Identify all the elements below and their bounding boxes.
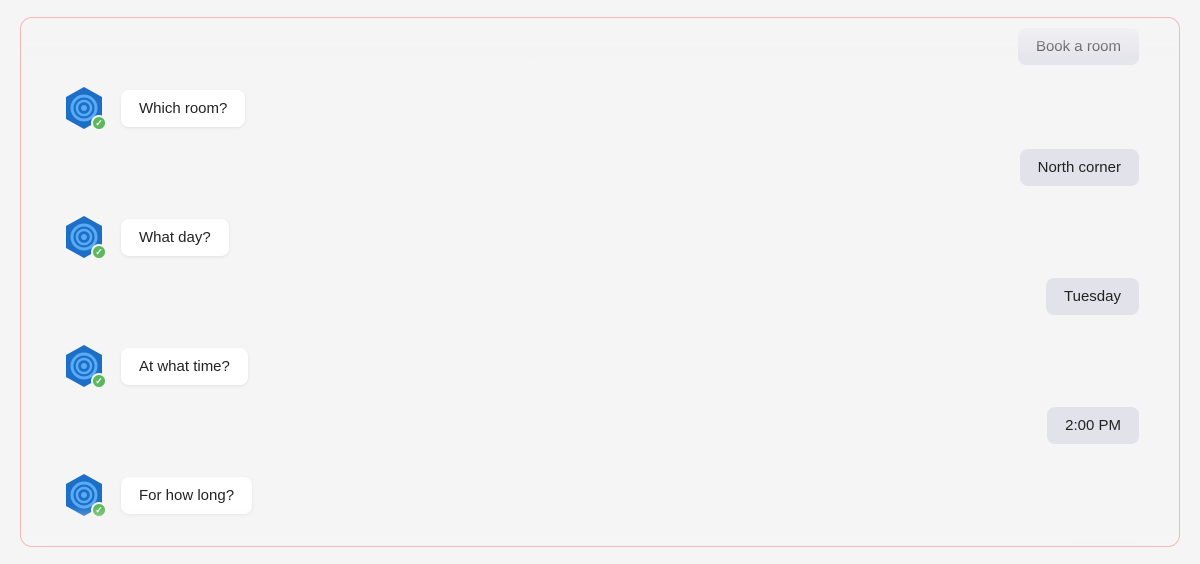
check-badge-4 xyxy=(91,502,107,518)
chat-scroll[interactable]: Book a room Which room? Nor xyxy=(21,18,1179,546)
bot-avatar-1 xyxy=(61,85,107,131)
chat-container: Book a room Which room? Nor xyxy=(20,17,1180,547)
user-row-3: 2:00 PM xyxy=(61,407,1139,444)
user-bubble-1: North corner xyxy=(1020,149,1139,186)
bot-row-4: For how long? xyxy=(61,472,1139,518)
check-badge-3 xyxy=(91,373,107,389)
bottom-partial-bubble: 1 h... xyxy=(1070,540,1139,546)
user-bubble-3: 2:00 PM xyxy=(1047,407,1139,444)
top-partial-bubble: Book a room xyxy=(1018,28,1139,65)
bot-row-1: Which room? xyxy=(61,85,1139,131)
user-row-2: Tuesday xyxy=(61,278,1139,315)
bot-bubble-2: What day? xyxy=(121,219,229,256)
bot-bubble-1: Which room? xyxy=(121,90,245,127)
bot-avatar-2 xyxy=(61,214,107,260)
bot-bubble-4: For how long? xyxy=(121,477,252,514)
check-badge-1 xyxy=(91,115,107,131)
user-bubble-2: Tuesday xyxy=(1046,278,1139,315)
bot-bubble-3: At what time? xyxy=(121,348,248,385)
top-partial-row: Book a room xyxy=(61,28,1139,65)
bot-avatar-4 xyxy=(61,472,107,518)
bot-avatar-3 xyxy=(61,343,107,389)
bot-row-2: What day? xyxy=(61,214,1139,260)
user-row-1: North corner xyxy=(61,149,1139,186)
bot-row-3: At what time? xyxy=(61,343,1139,389)
bottom-partial-row: 1 h... xyxy=(61,540,1139,546)
check-badge-2 xyxy=(91,244,107,260)
